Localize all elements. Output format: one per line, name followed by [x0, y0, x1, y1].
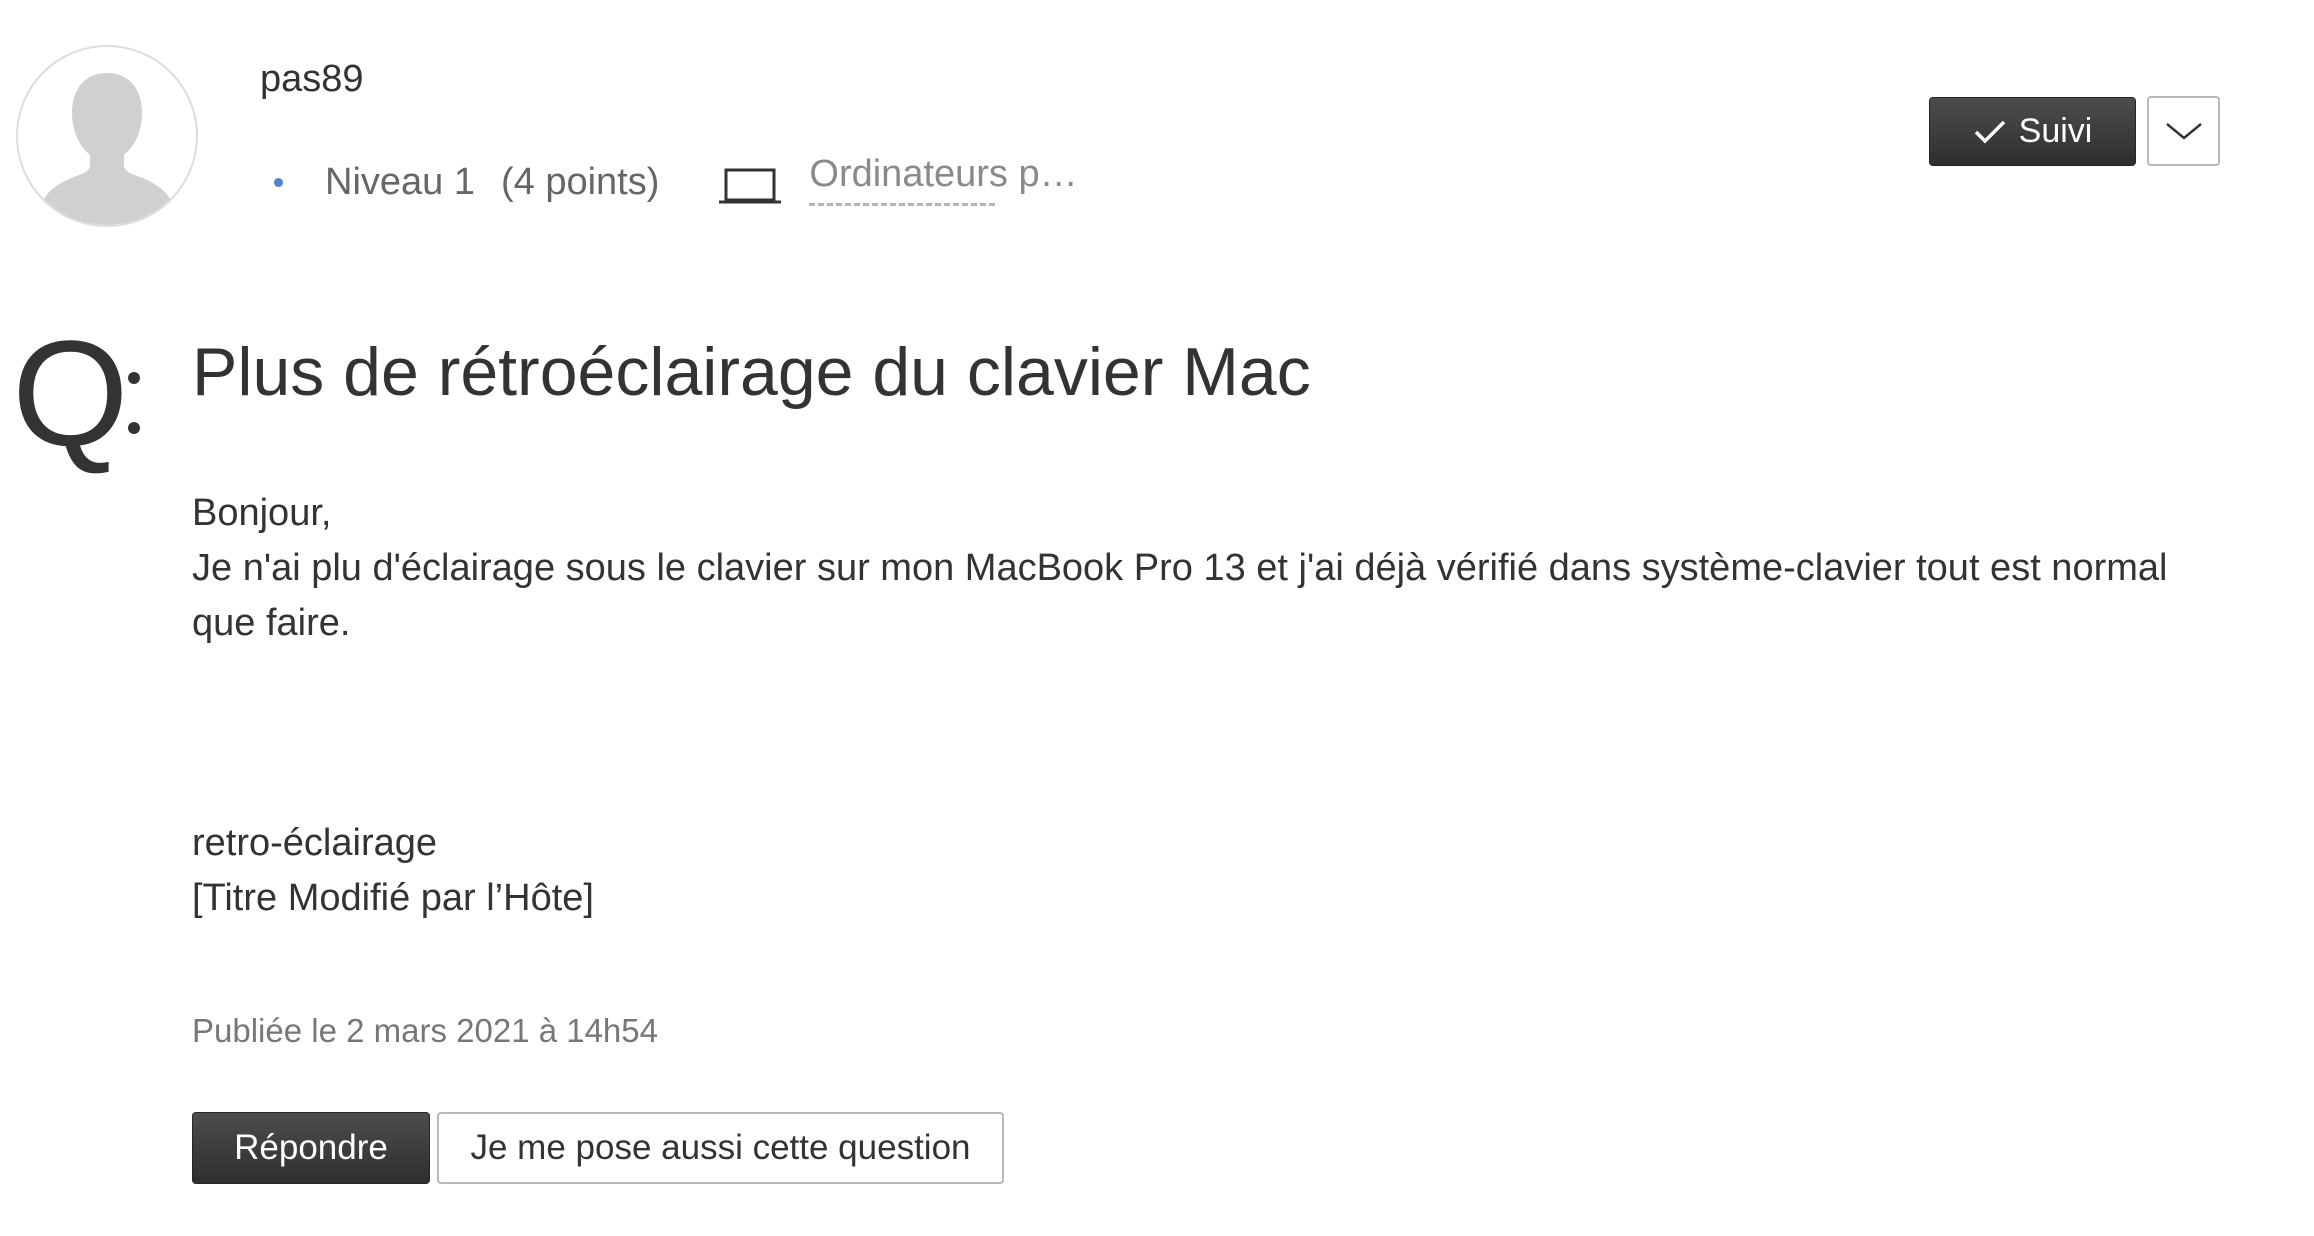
author-meta: Niveau 1 (4 points) Ordinateurs p… — [274, 152, 1078, 210]
colon-dot — [128, 372, 140, 384]
follow-dropdown-button[interactable] — [2147, 96, 2220, 166]
chevron-down-icon — [2165, 123, 2202, 140]
author-level: Niveau 1 — [325, 160, 475, 203]
question-title: Plus de rétroéclairage du clavier Mac — [192, 334, 1311, 410]
default-user-silhouette-icon — [18, 47, 196, 225]
avatar[interactable] — [16, 45, 198, 227]
question-colon — [128, 372, 140, 434]
body-tag: retro-éclairage — [192, 822, 437, 864]
body-greeting: Bonjour, — [192, 492, 332, 534]
question-body: Bonjour, Je n'ai plu d'éclairage sous le… — [192, 486, 2222, 926]
body-edit-note: [Titre Modifié par l’Hôte] — [192, 877, 594, 919]
colon-dot — [128, 422, 140, 434]
author-points: (4 points) — [500, 160, 660, 203]
device-link[interactable]: Ordinateurs p… — [809, 152, 1078, 206]
reply-button[interactable]: Répondre — [192, 1112, 430, 1184]
body-text: Je n'ai plu d'éclairage sous le clavier … — [192, 547, 2168, 644]
device-link-underline — [809, 202, 996, 206]
device-label: Ordinateurs p… — [809, 152, 1078, 195]
laptop-icon — [719, 168, 782, 204]
follow-button[interactable]: Suivi — [1929, 97, 2136, 166]
author-name[interactable]: pas89 — [260, 56, 364, 102]
same-question-button[interactable]: Je me pose aussi cette question — [437, 1112, 1004, 1184]
question-q-label: Q — [12, 309, 129, 477]
follow-label: Suivi — [2018, 112, 2093, 150]
checkmark-icon — [1974, 120, 2005, 143]
posted-date: Publiée le 2 mars 2021 à 14h54 — [192, 1012, 658, 1049]
level-dot-icon — [274, 177, 283, 187]
